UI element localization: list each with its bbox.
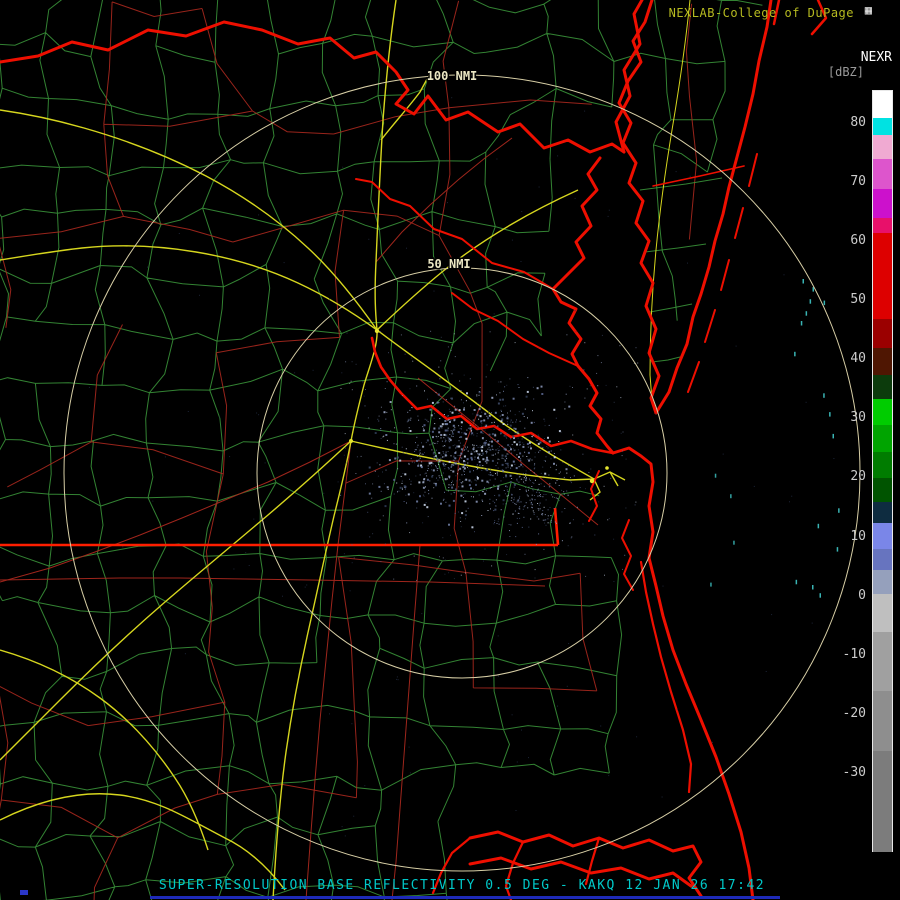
colorbar-segment	[873, 570, 892, 595]
scale-name-label: NEXR	[860, 50, 892, 65]
colorbar-tick-label: 10	[850, 528, 866, 544]
radar-map: 100 NMI 50 NMI	[0, 0, 861, 900]
colorbar-segment	[873, 691, 892, 751]
radar-display: 100 NMI 50 NMI NEXLAB-College of DuPage …	[0, 0, 900, 900]
colorbar-tick-label: -20	[842, 706, 866, 721]
colorbar-segment	[873, 188, 892, 219]
colorbar-segment	[873, 318, 892, 349]
state-border	[0, 507, 560, 547]
colorbar-segment	[873, 91, 892, 119]
colorbar-segment	[873, 451, 892, 479]
range-ring-100nmi	[63, 74, 861, 872]
scale-units-label: [dBZ]	[827, 65, 864, 79]
colorbar-segment	[873, 398, 892, 426]
colorbar-tick-label: 50	[850, 292, 866, 307]
colorbar-tick-label: 0	[858, 587, 866, 603]
coastline	[0, 0, 828, 900]
colorbar-tick-label: 30	[850, 410, 866, 426]
colorbar-tick-label: -10	[842, 646, 866, 662]
colorbar-tick-label: 40	[850, 351, 866, 367]
colorbar-segment	[873, 593, 892, 633]
interstate-roads	[0, 0, 691, 900]
colorbar-segment	[873, 549, 892, 571]
secondary-boundaries	[0, 0, 698, 900]
footer-underline	[150, 896, 780, 899]
colorbar	[872, 90, 893, 852]
cod-logo-icon: ▦	[864, 3, 872, 17]
range-ring-100nmi-label: 100 NMI	[427, 69, 478, 83]
ocean-clutter-specks	[710, 279, 840, 598]
radar-echoes	[88, 97, 835, 837]
attribution-text: NEXLAB-College of DuPage	[668, 6, 854, 20]
colorbar-segment	[873, 232, 892, 320]
colorbar-tick-label: 60	[850, 232, 866, 248]
colorbar-segment	[873, 425, 892, 453]
colorbar-segment	[873, 117, 892, 136]
range-ring-50nmi-label: 50 NMI	[427, 257, 470, 271]
colorbar-segment	[873, 750, 892, 852]
colorbar-tick-label: 70	[850, 173, 866, 189]
colorbar-segment	[873, 478, 892, 503]
county-boundaries	[0, 0, 763, 900]
colorbar-segment	[873, 502, 892, 524]
range-rings	[63, 74, 861, 872]
colorbar-segment	[873, 374, 892, 400]
colorbar-segment	[873, 348, 892, 376]
colorbar-segment	[873, 135, 892, 160]
delmarva-county-lines	[639, 177, 723, 363]
colorbar-tick-label: -30	[842, 765, 866, 781]
us-highways	[0, 137, 599, 900]
product-caption: SUPER-RESOLUTION BASE REFLECTIVITY 0.5 D…	[158, 878, 766, 893]
colorbar-tick-label: 20	[850, 469, 866, 485]
colorbar-tick-label: 80	[850, 114, 866, 130]
colorbar-segment	[873, 632, 892, 692]
colorbar-segment	[873, 522, 892, 550]
corner-marker	[20, 890, 28, 895]
colorbar-segment	[873, 218, 892, 234]
colorbar-segment	[873, 159, 892, 190]
